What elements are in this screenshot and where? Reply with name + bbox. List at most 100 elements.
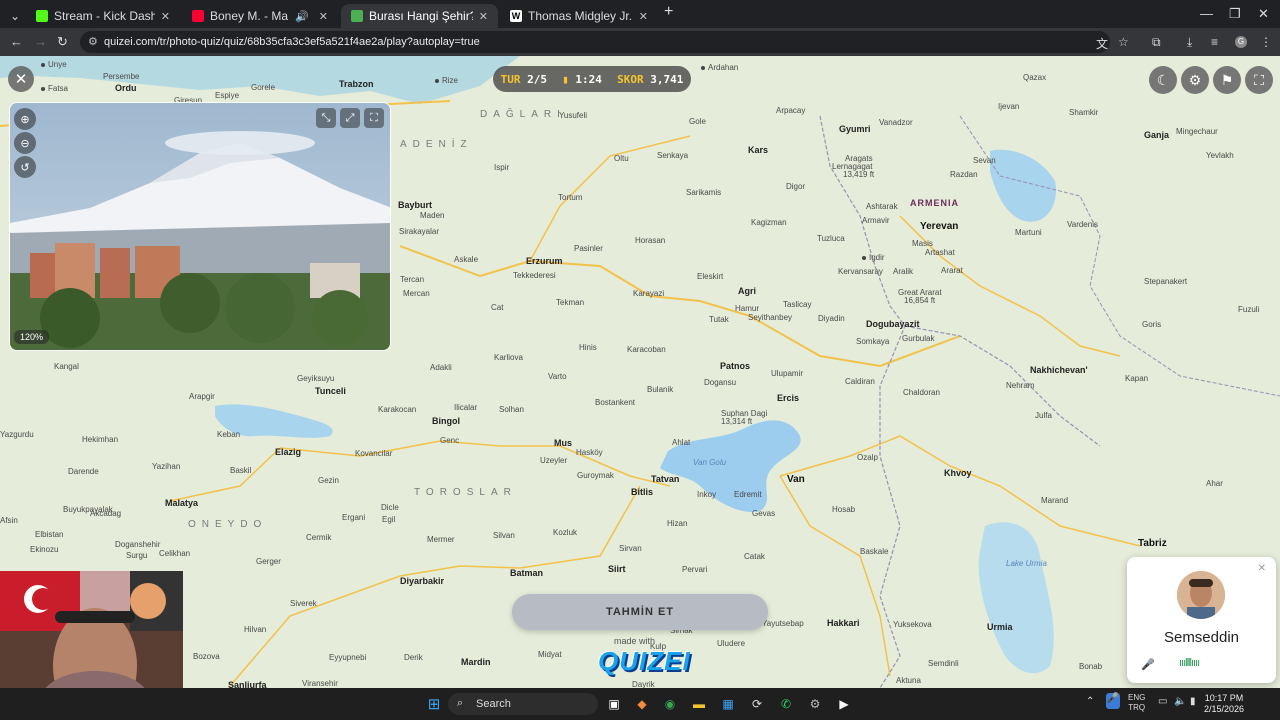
chrome-icon[interactable]: ◉ — [660, 694, 680, 714]
download-icon[interactable]: ⤓ — [1187, 35, 1192, 50]
zoom-out-button[interactable]: ⊖ — [14, 132, 36, 154]
volume-icon[interactable]: 🔈 — [1174, 696, 1186, 707]
timer-value: 1:24 — [575, 72, 602, 86]
bookmark-star-icon[interactable]: ☆ — [1118, 35, 1129, 49]
task-view-icon[interactable]: ▣ — [604, 694, 624, 714]
map-place-label: Baskil — [230, 466, 252, 475]
close-icon[interactable]: ✕ — [639, 10, 648, 23]
window-close-button[interactable]: ✕ — [1258, 6, 1269, 22]
close-icon[interactable]: ✕ — [161, 10, 170, 23]
windows-start-icon[interactable]: ⊞ — [424, 694, 444, 714]
new-tab-button[interactable]: + — [664, 3, 673, 21]
map-place-label: Siverek — [290, 599, 317, 608]
score-value: 3,741 — [650, 72, 684, 86]
media-player-icon[interactable]: ▶ — [834, 694, 854, 714]
tab-youtube[interactable]: Boney M. - Ma Baker (Sopo 🔊 ✕ — [182, 4, 338, 28]
close-icon[interactable]: ✕ — [479, 10, 488, 23]
map-place-label: Taslicay — [783, 300, 812, 309]
back-button[interactable]: ← — [10, 34, 23, 49]
mountain-photo — [10, 103, 390, 350]
extensions-icon[interactable]: ⧉ — [1152, 35, 1161, 50]
quiz-photo[interactable] — [9, 102, 391, 351]
map-place-label: Diyarbakir — [400, 576, 445, 586]
map-place-label: Unye — [41, 61, 67, 69]
map-place-label: Ardahan — [701, 64, 738, 72]
report-button[interactable]: ⚑ — [1213, 66, 1241, 94]
store-icon[interactable]: ▦ — [718, 694, 738, 714]
chevron-down-icon: ⌄ — [10, 9, 21, 23]
forward-button[interactable]: → — [34, 34, 47, 49]
close-icon: ✕ — [14, 71, 28, 88]
map-place-label: Genc — [440, 436, 460, 445]
round-value: 2/5 — [527, 72, 547, 86]
close-icon[interactable]: ✕ — [1258, 563, 1266, 574]
settings-app-icon[interactable]: ⚙ — [805, 694, 825, 714]
tab-kick[interactable]: Stream - Kick Dashboard ✕ — [26, 4, 180, 28]
close-icon[interactable]: ✕ — [319, 10, 328, 23]
tab-quizei[interactable]: Burası Hangi Şehir? (Türkiye) - Q ✕ — [341, 4, 498, 28]
map-place-label: Gerger — [256, 557, 281, 566]
map-place-label: Solhan — [499, 405, 524, 414]
tab-search-button[interactable]: ⌄ — [0, 4, 24, 28]
network-icon[interactable]: ▭ — [1158, 696, 1167, 707]
collapse-photo-button[interactable]: ⤡ — [316, 108, 336, 128]
map-place-label: Darende — [68, 467, 99, 476]
reload-button[interactable]: ↻ — [57, 34, 68, 50]
map-place-label: Pasinler — [574, 244, 603, 253]
fullscreen-button[interactable]: ⛶ — [1245, 66, 1273, 94]
tab-wikipedia[interactable]: W Thomas Midgley Jr. - Wikipedia ✕ — [500, 4, 658, 28]
score-indicator: SKOR 3,741 — [617, 73, 683, 86]
app-icon[interactable]: ⟳ — [747, 694, 767, 714]
map-place-label: Nakhichevan' — [1030, 365, 1088, 375]
enlarge-photo-button[interactable]: ⤢ — [340, 108, 360, 128]
language-indicator[interactable]: ENG TRQ — [1128, 693, 1145, 713]
menu-icon[interactable]: ⋮ — [1260, 35, 1272, 49]
map-place-label: Mingechaur — [1176, 127, 1218, 136]
map-place-label: Midyat — [538, 650, 562, 659]
map-place-label: Bulanik — [647, 385, 674, 394]
maximize-button[interactable]: ❐ — [1229, 6, 1241, 22]
battery-icon[interactable]: ▮ — [1190, 696, 1196, 707]
taskbar-search[interactable]: ⌕ Search — [448, 693, 598, 715]
map-place-label: Silvan — [493, 531, 515, 540]
settings-button[interactable]: ⚙ — [1181, 66, 1209, 94]
fullscreen-photo-button[interactable]: ⛶ — [364, 108, 384, 128]
map-place-label: Ahar — [1206, 479, 1223, 488]
map-place-label: Digor — [786, 182, 806, 191]
moon-icon: ☾ — [1156, 71, 1170, 88]
tab-title: Burası Hangi Şehir? (Türkiye) - Q — [369, 9, 473, 23]
map-place-label: 16,854 ft — [904, 296, 936, 305]
profile-avatar[interactable]: G — [1235, 36, 1247, 48]
close-quiz-button[interactable]: ✕ — [8, 66, 34, 92]
map-place-label: Agri — [738, 286, 756, 296]
file-explorer-icon[interactable]: ▬ — [689, 694, 709, 714]
map-place-label: Aktuna — [896, 676, 921, 685]
map-place-label: Igdir — [862, 254, 885, 262]
site-info-icon[interactable]: ⚙ — [88, 35, 98, 48]
score-label: SKOR — [617, 72, 644, 86]
chevron-up-icon[interactable]: ⌃ — [1086, 696, 1094, 707]
map-region-label: DAĞLARI — [480, 109, 566, 120]
microphone-icon[interactable]: 🎤 — [1141, 658, 1155, 671]
dark-mode-button[interactable]: ☾ — [1149, 66, 1177, 94]
speaker-icon[interactable]: 🔊 — [295, 10, 309, 23]
microphone-tray-icon[interactable]: 🎤 — [1106, 693, 1120, 709]
reset-zoom-button[interactable]: ↺ — [14, 156, 36, 178]
address-bar[interactable]: ⚙ quizei.com/tr/photo-quiz/quiz/68b35cfa… — [80, 31, 1110, 53]
timer-indicator: ▮ 1:24 — [562, 73, 602, 86]
hourglass-icon: ▮ — [562, 72, 569, 86]
map-place-label: Elbistan — [35, 530, 64, 539]
guess-button[interactable]: TAHMİN ET — [512, 594, 768, 630]
whatsapp-icon[interactable]: ✆ — [776, 694, 796, 714]
minimize-button[interactable]: — — [1200, 6, 1213, 21]
copilot-icon[interactable]: ◆ — [632, 694, 652, 714]
clock-date: 2/15/2026 — [1204, 704, 1245, 714]
media-icon[interactable]: ≡ — [1211, 35, 1218, 49]
map-place-label: Ekinozu — [30, 545, 59, 554]
translate-icon[interactable]: 文 — [1096, 35, 1108, 52]
map-place-label: Karacoban — [627, 345, 666, 354]
zoom-in-button[interactable]: ⊕ — [14, 108, 36, 130]
map-place-label: Kovancilar — [355, 449, 393, 458]
clock-time: 10:17 PM — [1204, 693, 1244, 703]
taskbar-clock[interactable]: 10:17 PM 2/15/2026 — [1204, 693, 1244, 715]
